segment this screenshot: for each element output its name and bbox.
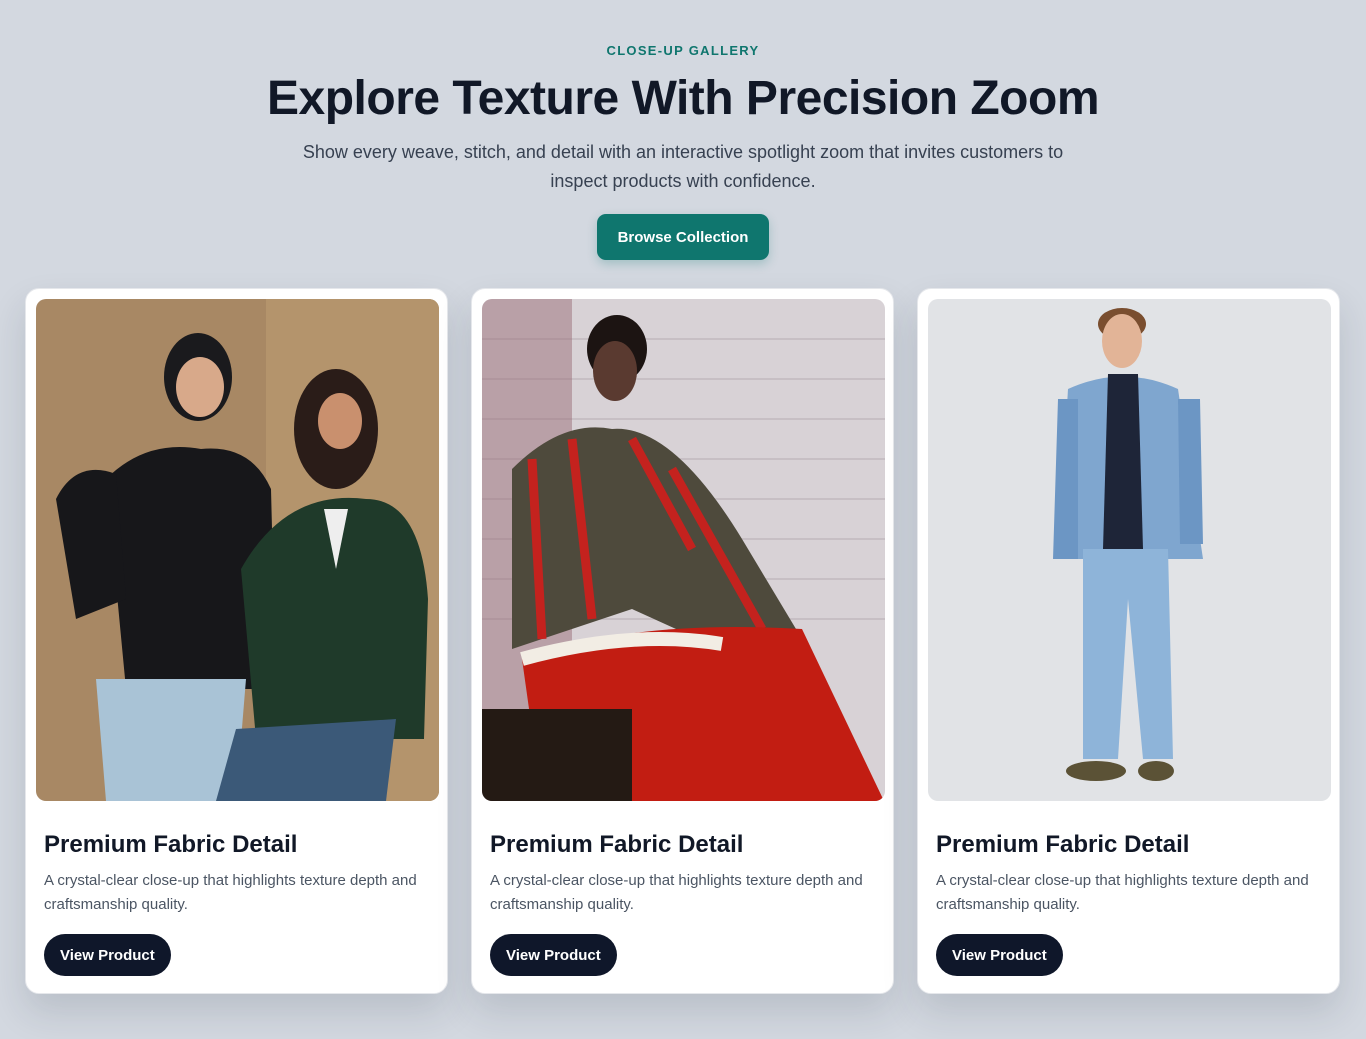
- card-description: A crystal-clear close-up that highlights…: [936, 872, 1309, 913]
- browse-collection-button[interactable]: Browse Collection: [597, 214, 769, 260]
- product-card: Premium Fabric Detail A crystal-clear cl…: [917, 288, 1340, 994]
- product-image[interactable]: [482, 299, 885, 801]
- card-title: Premium Fabric Detail: [936, 831, 1190, 858]
- card-description: A crystal-clear close-up that highlights…: [44, 872, 417, 913]
- section-eyebrow: CLOSE-UP GALLERY: [606, 43, 760, 58]
- hero-subtitle: Show every weave, stitch, and detail wit…: [302, 142, 1064, 191]
- product-image[interactable]: [36, 299, 439, 801]
- view-product-button[interactable]: View Product: [490, 934, 617, 976]
- product-card: Premium Fabric Detail A crystal-clear cl…: [471, 288, 894, 994]
- view-product-button[interactable]: View Product: [44, 934, 171, 976]
- woman-striped-dress-photo: [482, 299, 885, 801]
- page-title: Explore Texture With Precision Zoom: [267, 72, 1100, 125]
- product-image[interactable]: [928, 299, 1331, 801]
- product-card: Premium Fabric Detail A crystal-clear cl…: [25, 288, 448, 994]
- card-description: A crystal-clear close-up that highlights…: [490, 872, 863, 913]
- card-title: Premium Fabric Detail: [44, 831, 298, 858]
- card-title: Premium Fabric Detail: [490, 831, 744, 858]
- denim-jacket-photo: [928, 299, 1331, 801]
- view-product-button[interactable]: View Product: [936, 934, 1063, 976]
- couple-hoodies-photo: [36, 299, 439, 801]
